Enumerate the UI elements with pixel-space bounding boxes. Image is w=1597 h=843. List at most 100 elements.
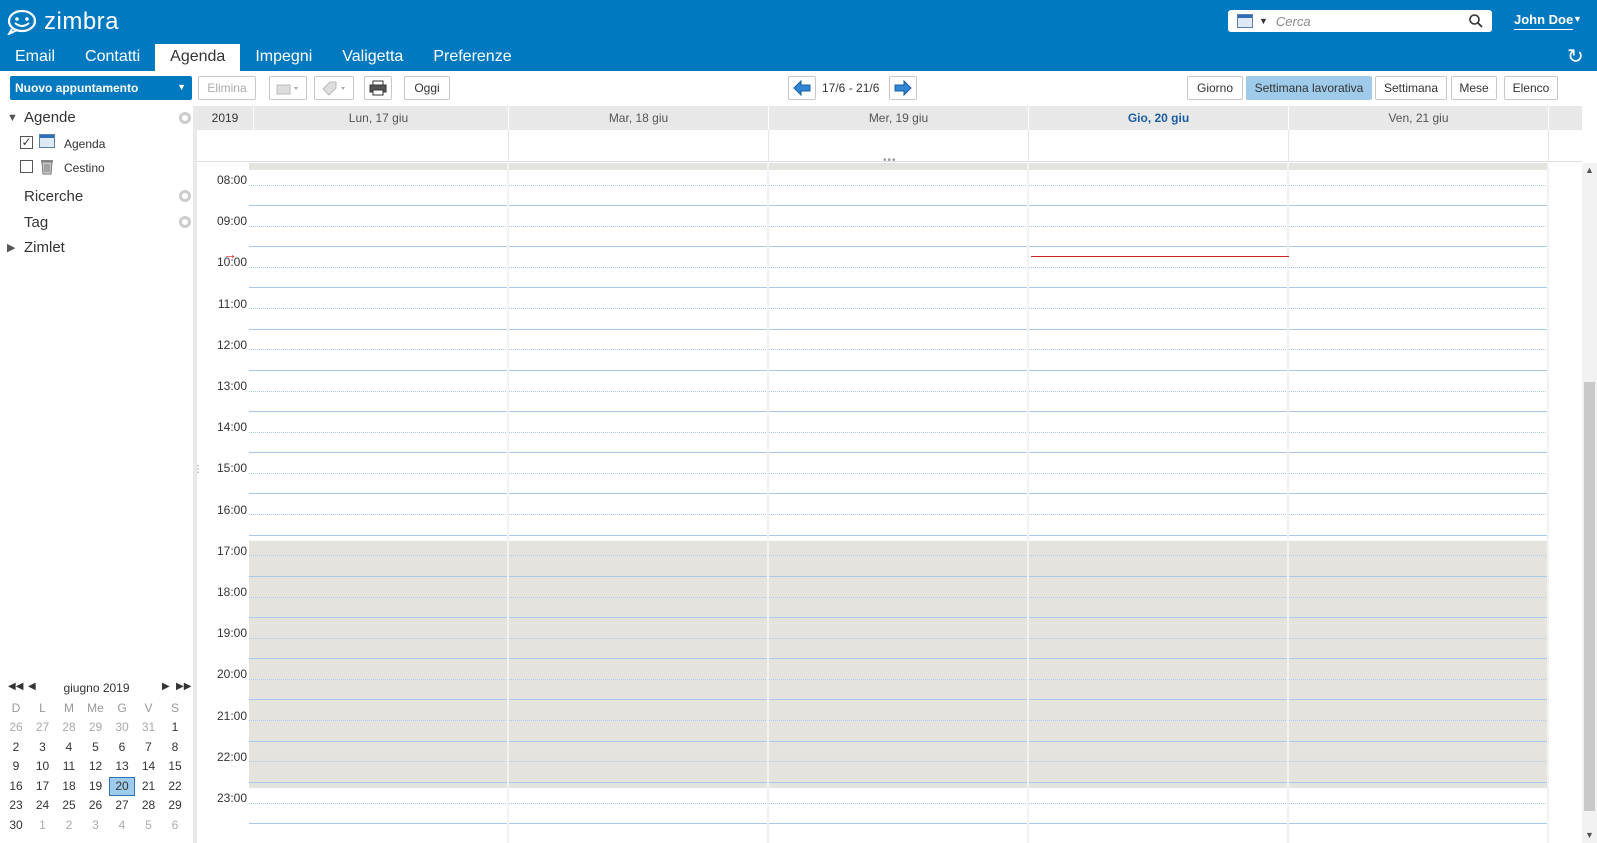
mini-calendar-day[interactable]: 30	[3, 816, 29, 835]
next-week-button[interactable]	[889, 76, 917, 100]
mini-calendar-day[interactable]: 6	[109, 738, 135, 757]
print-button[interactable]	[364, 76, 392, 100]
day-header[interactable]: Mar, 18 giu	[509, 106, 769, 130]
view-button-mese[interactable]: Mese	[1451, 76, 1497, 100]
mini-calendar-day[interactable]: 27	[30, 718, 56, 737]
chevron-down-icon[interactable]: ▼	[1573, 14, 1582, 24]
tab-email[interactable]: Email	[0, 44, 70, 71]
chevron-down-icon[interactable]: ▼	[177, 82, 186, 92]
all-day-cell[interactable]	[1029, 130, 1289, 162]
tags-header[interactable]: Tag	[0, 214, 193, 236]
mini-calendar-day[interactable]: 4	[109, 816, 135, 835]
day-column[interactable]	[769, 163, 1029, 843]
mini-calendar-day[interactable]: 7	[136, 738, 162, 757]
view-button-giorno[interactable]: Giorno	[1187, 76, 1243, 100]
search-input[interactable]	[1275, 13, 1472, 29]
mini-calendar-day[interactable]: 2	[56, 816, 82, 835]
delete-button[interactable]: Elimina	[198, 76, 256, 100]
mini-calendar-day[interactable]: 2	[3, 738, 29, 757]
day-column[interactable]	[249, 163, 509, 843]
mini-calendar-day[interactable]: 28	[136, 796, 162, 815]
view-button-settimana[interactable]: Settimana	[1375, 76, 1447, 100]
mini-calendar-day[interactable]: 6	[162, 816, 188, 835]
mini-calendar-day[interactable]: 25	[56, 796, 82, 815]
mini-calendar-day[interactable]: 30	[109, 718, 135, 737]
move-button[interactable]	[269, 76, 307, 100]
mini-calendar-day[interactable]: 17	[30, 777, 56, 796]
mini-calendar-day[interactable]: 29	[162, 796, 188, 815]
scrollbar[interactable]: ▲ ▼	[1582, 163, 1597, 843]
day-column[interactable]	[509, 163, 769, 843]
scroll-down-icon[interactable]: ▼	[1585, 830, 1594, 840]
checkbox-agenda[interactable]: ✓	[20, 136, 33, 149]
tab-valigetta[interactable]: Valigetta	[327, 44, 418, 71]
scrollbar-thumb[interactable]	[1584, 382, 1595, 811]
mini-calendar-day[interactable]: 5	[136, 816, 162, 835]
user-menu[interactable]: John Doe	[1514, 12, 1574, 30]
tab-preferenze[interactable]: Preferenze	[418, 44, 526, 71]
mini-calendar-day[interactable]: 16	[3, 777, 29, 796]
mini-calendar-day[interactable]: 27	[109, 796, 135, 815]
mini-calendar-day[interactable]: 19	[83, 777, 109, 796]
tab-contatti[interactable]: Contatti	[70, 44, 155, 71]
mini-calendar-day[interactable]: 9	[3, 757, 29, 776]
day-header[interactable]: Lun, 17 giu	[249, 106, 509, 130]
mini-calendar-day[interactable]: 23	[3, 796, 29, 815]
mini-calendar-day[interactable]: 18	[56, 777, 82, 796]
day-header[interactable]: Gio, 20 giu	[1029, 106, 1289, 130]
next-month-icon[interactable]: ▶	[162, 681, 170, 692]
gear-icon[interactable]	[179, 112, 191, 124]
mini-calendar-day[interactable]: 1	[30, 816, 56, 835]
all-day-cell[interactable]	[1289, 130, 1549, 162]
mini-calendar-day[interactable]: 3	[83, 816, 109, 835]
next-year-icon[interactable]: ▶▶	[176, 681, 191, 692]
gear-icon[interactable]	[179, 190, 191, 202]
previous-week-button[interactable]	[788, 76, 816, 100]
day-header[interactable]: Mer, 19 giu	[769, 106, 1029, 130]
mini-calendar-day[interactable]: 5	[83, 738, 109, 757]
calendars-header[interactable]: ▼ Agende	[0, 109, 193, 131]
mini-calendar-day[interactable]: 12	[83, 757, 109, 776]
mini-calendar-day[interactable]: 11	[56, 757, 82, 776]
today-button[interactable]: Oggi	[404, 76, 450, 100]
zimlets-header[interactable]: ▶ Zimlet	[0, 239, 193, 261]
mini-calendar-day[interactable]: 8	[162, 738, 188, 757]
view-button-settimana-lavorativa[interactable]: Settimana lavorativa	[1246, 76, 1372, 100]
mini-calendar-day[interactable]: 13	[109, 757, 135, 776]
mini-calendar-day[interactable]: 26	[3, 718, 29, 737]
view-button-elenco[interactable]: Elenco	[1504, 76, 1558, 100]
all-day-cell[interactable]	[509, 130, 769, 162]
day-header[interactable]: Ven, 21 giu	[1289, 106, 1549, 130]
mini-calendar-day[interactable]: 14	[136, 757, 162, 776]
searches-header[interactable]: Ricerche	[0, 188, 193, 210]
mini-calendar-day[interactable]: 15	[162, 757, 188, 776]
tag-button[interactable]	[314, 76, 354, 100]
mini-calendar-day[interactable]: 22	[162, 777, 188, 796]
new-appointment-button[interactable]: Nuovo appuntamento ▼	[10, 76, 192, 100]
calendar-item-trash[interactable]: Cestino	[0, 158, 193, 180]
mini-calendar-day[interactable]: 3	[30, 738, 56, 757]
checkbox-trash[interactable]	[20, 160, 33, 173]
mini-calendar-day[interactable]: 21	[136, 777, 162, 796]
mini-calendar-day[interactable]: 10	[30, 757, 56, 776]
mini-calendar-day[interactable]: 20	[109, 776, 135, 796]
mini-calendar-day[interactable]: 31	[136, 718, 162, 737]
mini-calendar-day[interactable]: 29	[83, 718, 109, 737]
mini-calendar-day[interactable]: 26	[83, 796, 109, 815]
mini-calendar-day[interactable]: 1	[162, 718, 188, 737]
mini-calendar-day[interactable]: 24	[30, 796, 56, 815]
day-column[interactable]	[1029, 163, 1289, 843]
gear-icon[interactable]	[179, 216, 191, 228]
zimbra-logo[interactable]: zimbra	[6, 8, 119, 36]
mini-calendar-day[interactable]: 4	[56, 738, 82, 757]
day-column[interactable]	[1289, 163, 1549, 843]
all-day-cell[interactable]	[249, 130, 509, 162]
scroll-up-icon[interactable]: ▲	[1585, 165, 1594, 175]
mini-calendar-day[interactable]: 28	[56, 718, 82, 737]
calendar-icon[interactable]	[1237, 14, 1253, 28]
search-icon[interactable]	[1468, 13, 1484, 29]
expand-down-icon[interactable]: ▼	[7, 112, 18, 124]
tab-impegni[interactable]: Impegni	[240, 44, 327, 71]
all-day-cell[interactable]	[769, 130, 1029, 162]
calendar-item-agenda[interactable]: ✓ Agenda	[0, 134, 193, 156]
